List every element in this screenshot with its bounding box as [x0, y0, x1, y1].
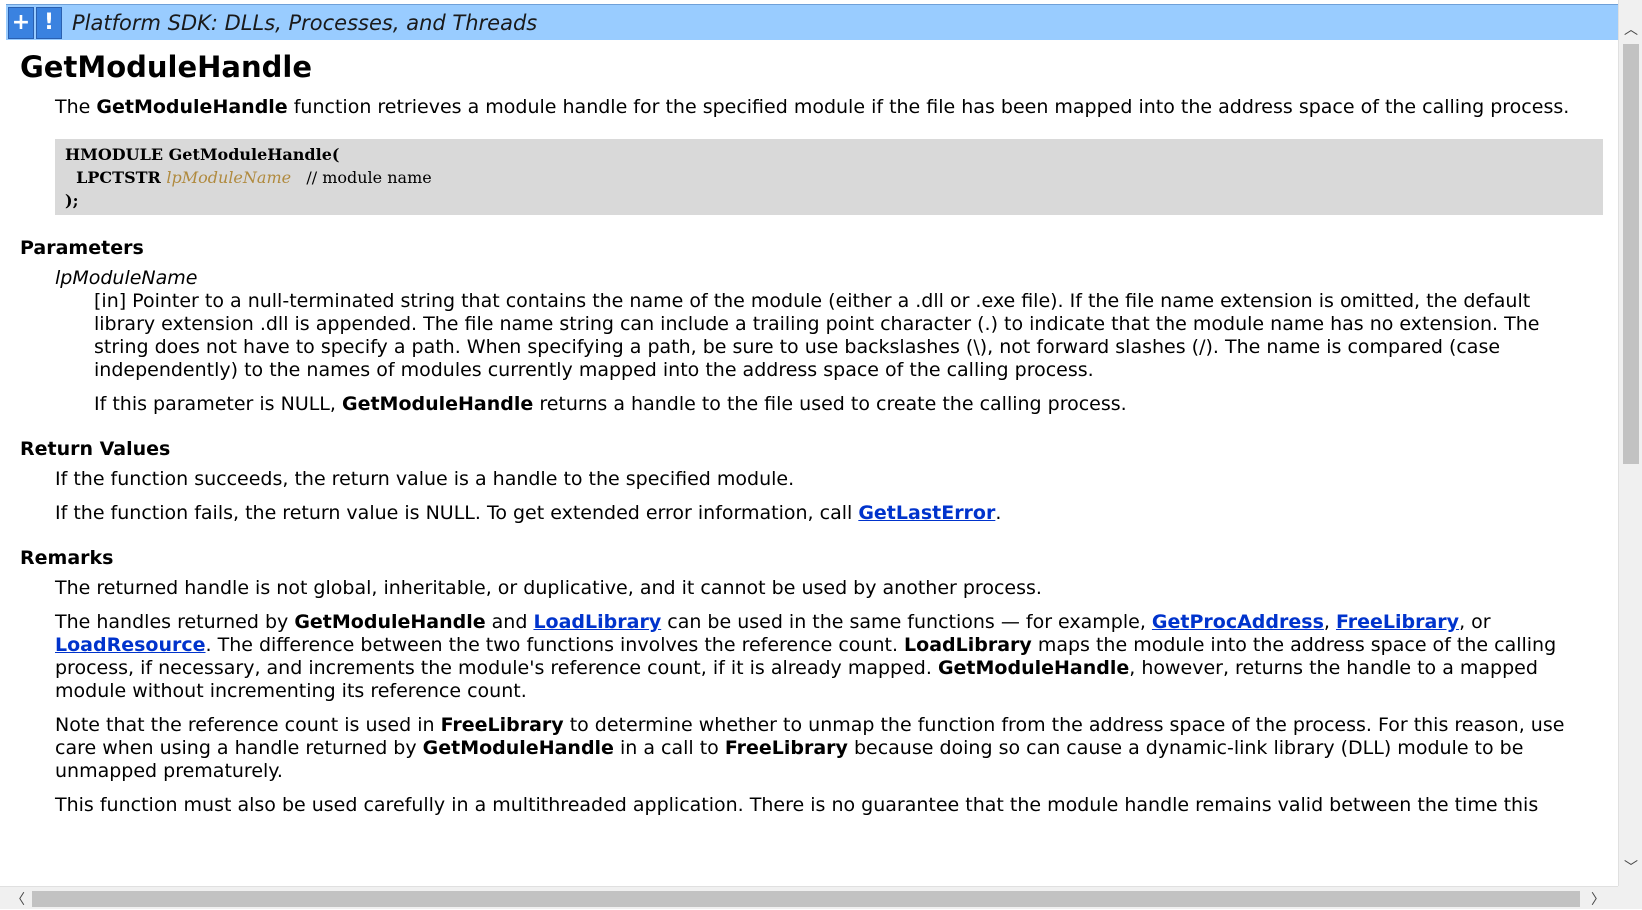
title-bar: + ! Platform SDK: DLLs, Processes, and T… — [6, 4, 1618, 40]
remarks-p4: This function must also be used carefull… — [55, 794, 1539, 816]
syntax-param-type: LPCTSTR — [65, 168, 167, 187]
document-content: GetModuleHandle The GetModuleHandle func… — [0, 40, 1618, 886]
window-title: Platform SDK: DLLs, Processes, and Threa… — [72, 10, 538, 35]
parameters-heading: Parameters — [20, 237, 144, 259]
link-getprocaddress[interactable]: GetProcAddress — [1152, 611, 1324, 633]
remarks-p2: The handles returned by GetModuleHandle … — [55, 611, 1557, 702]
page-title: GetModuleHandle — [20, 50, 312, 84]
return-success: If the function succeeds, the return val… — [55, 468, 795, 490]
link-getlasterror[interactable]: GetLastError — [858, 502, 995, 524]
syntax-comment: // module name — [291, 168, 432, 187]
vertical-scroll-thumb[interactable] — [1623, 44, 1639, 464]
intro-paragraph: The GetModuleHandle function retrieves a… — [55, 96, 1570, 118]
remarks-heading: Remarks — [20, 547, 114, 569]
help-window: + ! Platform SDK: DLLs, Processes, and T… — [0, 0, 1642, 909]
link-loadlibrary[interactable]: LoadLibrary — [533, 611, 661, 633]
scroll-up-arrow-icon[interactable]: ︿ — [1619, 18, 1642, 40]
return-fail: If the function fails, the return value … — [55, 502, 1002, 524]
syntax-line-3: ); — [65, 191, 79, 210]
scroll-right-arrow-icon[interactable]: 〉 — [1586, 887, 1610, 910]
horizontal-scrollbar[interactable]: 〈 〉 — [0, 886, 1618, 909]
syntax-block: HMODULE GetModuleHandle( LPCTSTR lpModul… — [55, 139, 1603, 215]
param-null-note: If this parameter is NULL, GetModuleHand… — [94, 393, 1127, 415]
horizontal-scroll-thumb[interactable] — [32, 891, 1580, 907]
param-description: [in] Pointer to a null-terminated string… — [94, 290, 1540, 381]
return-values-heading: Return Values — [20, 438, 171, 460]
param-name: lpModuleName — [55, 267, 198, 289]
syntax-param-name: lpModuleName — [166, 168, 292, 187]
scroll-left-arrow-icon[interactable]: 〈 — [6, 887, 30, 910]
syntax-line-1: HMODULE GetModuleHandle( — [65, 145, 340, 164]
function-name: GetModuleHandle — [96, 96, 288, 118]
vertical-scrollbar[interactable]: ︿ ﹀ — [1618, 0, 1642, 886]
expand-plus-button[interactable]: + — [8, 6, 34, 39]
scroll-down-arrow-icon[interactable]: ﹀ — [1619, 856, 1642, 878]
remarks-p3: Note that the reference count is used in… — [55, 714, 1565, 782]
exclamation-button[interactable]: ! — [36, 6, 62, 39]
link-loadresource[interactable]: LoadResource — [55, 634, 206, 656]
scrollbar-corner — [1618, 886, 1642, 909]
remarks-p1: The returned handle is not global, inher… — [55, 577, 1042, 599]
link-freelibrary[interactable]: FreeLibrary — [1336, 611, 1459, 633]
